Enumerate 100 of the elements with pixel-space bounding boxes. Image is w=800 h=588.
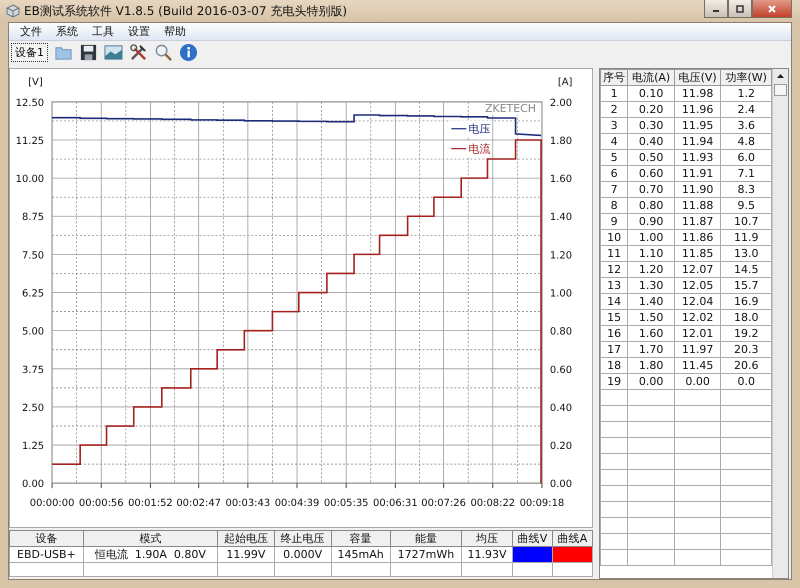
axis-tick-label: 00:02:47: [176, 498, 222, 510]
table-cell: 11: [600, 246, 628, 262]
column-header: 曲线V: [512, 530, 552, 546]
axis-tick-label: 0.20: [550, 441, 572, 452]
save-icon[interactable]: [79, 43, 98, 62]
minimize-button[interactable]: [704, 0, 728, 18]
column-header: 均压: [462, 530, 512, 546]
column-header: 容量: [331, 530, 390, 546]
table-cell: 1.40: [628, 294, 674, 310]
scrollbar-thumb[interactable]: [774, 84, 787, 96]
legend-label: 电压: [468, 122, 490, 136]
axis-tick-label: 00:03:43: [226, 498, 270, 510]
table-cell: 11.96: [674, 102, 721, 118]
table-cell: 11.97: [674, 342, 721, 358]
legend-label: 电流: [468, 142, 490, 156]
image-icon[interactable]: [104, 43, 123, 62]
menu-item[interactable]: 系统: [51, 24, 83, 39]
axis-tick-label: 00:05:35: [324, 498, 368, 510]
table-cell: 5: [600, 150, 628, 166]
table-cell: 恒电流 1.90A 0.80V: [83, 546, 218, 562]
device-button[interactable]: 设备1: [11, 43, 48, 62]
table-cell: 18: [600, 358, 628, 374]
table-cell: 0.90: [628, 214, 674, 230]
axis-tick-label: 00:04:39: [274, 498, 320, 510]
table-cell: 11.45: [674, 358, 721, 374]
table-cell: 12.07: [674, 262, 721, 278]
axis-tick-label: 1.20: [550, 250, 572, 262]
axis-tick-label: 8.75: [22, 212, 44, 224]
table-cell: 0.00: [628, 374, 674, 390]
table-cell: 12.05: [674, 278, 721, 294]
search-icon[interactable]: [154, 43, 173, 62]
axis-tick-label: 10.00: [16, 174, 44, 186]
table-cell: 145mAh: [331, 546, 390, 562]
table-cell: 3: [600, 118, 628, 134]
axis-tick-label: 6.25: [22, 288, 44, 300]
axis-tick-label: 1.40: [550, 212, 572, 224]
table-cell: 11.90: [674, 182, 721, 198]
axis-tick-label: 00:09:18: [520, 498, 564, 510]
table-cell: 12: [600, 262, 628, 278]
axis-tick-label: 11.25: [16, 136, 44, 147]
table-cell: 11.88: [674, 198, 721, 214]
axis-tick-label: 1.25: [22, 441, 44, 452]
table-cell: 0.50: [628, 150, 674, 166]
menu-item[interactable]: 工具: [87, 24, 119, 39]
table-cell: 12.01: [674, 326, 721, 342]
table-cell: 11.87: [674, 214, 721, 230]
axis-tick-label: 3.75: [22, 364, 44, 376]
maximize-button[interactable]: [728, 0, 752, 18]
close-button[interactable]: [752, 0, 792, 18]
table-cell: 11.99V: [218, 546, 274, 562]
table-cell: 1.60: [628, 326, 674, 342]
table-cell: 2: [600, 102, 628, 118]
table-cell: 0.20: [628, 102, 674, 118]
table-cell: 16: [600, 326, 628, 342]
axis-tick-label: 00:07:26: [421, 498, 466, 510]
table-cell: 12.04: [674, 294, 721, 310]
menu-item[interactable]: 设置: [123, 24, 155, 39]
axis-unit-label: [A]: [558, 76, 572, 88]
axis-tick-label: 1.80: [550, 136, 572, 147]
column-header: 模式: [83, 530, 218, 546]
tools-icon[interactable]: [129, 43, 148, 62]
table-cell: 4: [600, 134, 628, 150]
axis-tick-label: 1.60: [550, 174, 572, 186]
table-cell: 17: [600, 342, 628, 358]
axis-unit-label: [V]: [28, 76, 43, 88]
table-cell: 9: [600, 214, 628, 230]
axis-tick-label: 5.00: [22, 326, 44, 338]
axis-tick-label: 0.40: [550, 402, 572, 414]
menu-item[interactable]: 帮助: [159, 24, 191, 39]
table-cell: 11.94: [674, 134, 721, 150]
table-cell: 0.30: [628, 118, 674, 134]
axis-tick-label: 0.60: [550, 364, 572, 376]
column-header: 序号: [600, 70, 628, 86]
axis-tick-label: 00:01:52: [128, 498, 173, 510]
axis-tick-label: 0.00: [550, 479, 572, 490]
axis-tick-label: 0.80: [550, 326, 572, 338]
table-cell: 0.000V: [274, 546, 332, 562]
table-cell: 1.00: [628, 230, 674, 246]
table-cell: 6: [600, 166, 628, 182]
curve-color-swatch[interactable]: [552, 547, 592, 562]
table-cell: 14: [600, 294, 628, 310]
table-cell: 1.30: [628, 278, 674, 294]
column-header: 起始电压: [218, 530, 274, 546]
scrollbar[interactable]: [772, 69, 788, 578]
brand-label: ZKETECH: [484, 102, 536, 115]
column-header: 电流(A): [628, 70, 674, 86]
column-header: 功率(W): [720, 70, 772, 86]
info-icon[interactable]: [179, 43, 198, 62]
column-header: 曲线A: [552, 530, 592, 546]
menu-item[interactable]: 文件: [15, 24, 47, 39]
table-cell: 8: [600, 198, 628, 214]
table-cell: 1727mWh: [390, 546, 462, 562]
maximize-icon: [735, 4, 745, 14]
table-cell: 0.40: [628, 134, 674, 150]
axis-tick-label: 00:06:31: [373, 498, 418, 510]
curve-color-swatch[interactable]: [512, 547, 552, 562]
table-cell: 19: [600, 374, 628, 390]
axis-tick-label: 00:08:22: [470, 498, 516, 510]
axis-tick-label: 2.00: [550, 98, 572, 109]
minimize-icon: [713, 10, 719, 12]
